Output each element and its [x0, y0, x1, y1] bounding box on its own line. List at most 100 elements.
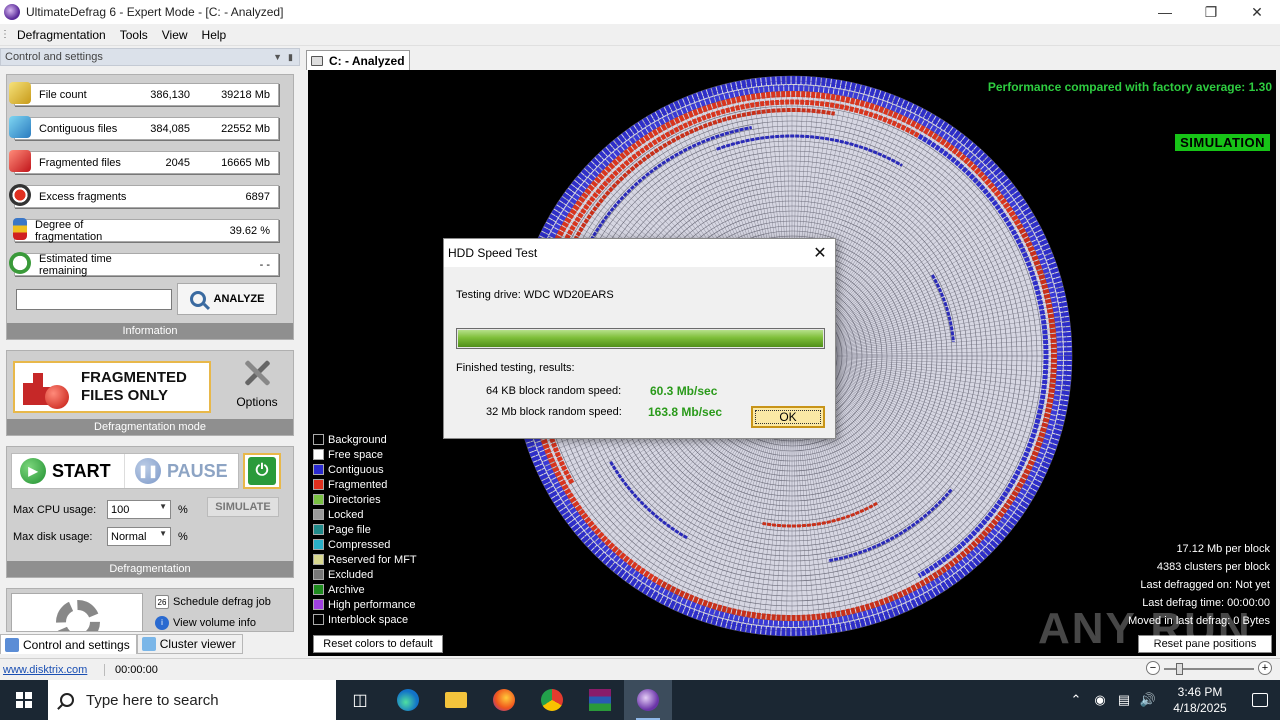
volume-icon[interactable]: 🔊 — [1136, 692, 1160, 708]
pin-icon[interactable]: ▮ — [288, 52, 293, 63]
panel-dropdown-icon[interactable]: ▼ — [273, 52, 282, 62]
stat-file-count: File count 386,130 39218 Mb — [9, 81, 279, 106]
chevron-up-icon[interactable]: ⌃ — [1064, 692, 1088, 708]
notification-icon — [1252, 693, 1268, 707]
stat-size: 39.62 % — [229, 224, 270, 237]
zoom-out-icon[interactable]: − — [1146, 661, 1160, 675]
firefox-app[interactable] — [480, 680, 528, 720]
maximize-button[interactable]: ❐ — [1188, 0, 1234, 24]
legend-label: Reserved for MFT — [328, 553, 417, 566]
result2-value: 163.8 Mb/sec — [648, 405, 723, 419]
legend-item[interactable]: Contiguous — [313, 462, 417, 477]
legend-item[interactable]: Excluded — [313, 567, 417, 582]
legend-item[interactable]: Free space — [313, 447, 417, 462]
mode-line2: FILES ONLY — [81, 387, 168, 404]
ultimatedefrag-app[interactable] — [624, 680, 672, 720]
legend-item[interactable]: Background — [313, 432, 417, 447]
legend-swatch[interactable] — [313, 479, 324, 490]
analyze-button[interactable]: ANALYZE — [177, 283, 277, 315]
ok-button[interactable]: OK — [751, 406, 825, 428]
menu-help[interactable]: Help — [195, 24, 234, 46]
minimize-button[interactable]: — — [1142, 0, 1188, 24]
legend-swatch[interactable] — [313, 524, 324, 535]
status-bar: www.disktrix.com 00:00:00 − + — [0, 658, 1280, 680]
start-button[interactable]: ▶ START — [12, 454, 124, 488]
legend-swatch[interactable] — [313, 509, 324, 520]
legend-item[interactable]: Page file — [313, 522, 417, 537]
simulation-badge: SIMULATION — [1175, 134, 1270, 151]
disk-usage-select[interactable]: Normal ▼ — [107, 527, 171, 546]
file-explorer-app[interactable] — [432, 680, 480, 720]
zoom-thumb[interactable] — [1176, 663, 1183, 675]
watermark: ANY RUN — [1038, 604, 1252, 653]
dialog-close-icon[interactable]: ✕ — [805, 243, 835, 263]
settings-button[interactable] — [11, 593, 143, 631]
options-button[interactable]: Options — [229, 357, 285, 409]
legend-swatch[interactable] — [313, 494, 324, 505]
files-icon — [9, 81, 31, 104]
security-icon[interactable]: ◉ — [1088, 692, 1112, 708]
start-menu-button[interactable] — [0, 680, 48, 720]
legend-swatch[interactable] — [313, 464, 324, 475]
search-icon — [60, 693, 74, 707]
disk-usage-value: Normal — [111, 530, 147, 543]
volume-info-link[interactable]: i View volume info — [155, 616, 256, 630]
window-title: UltimateDefrag 6 - Expert Mode - [C: - A… — [26, 5, 284, 19]
menu-tools[interactable]: Tools — [113, 24, 155, 46]
legend-label: Fragmented — [328, 478, 388, 491]
legend-item[interactable]: High performance — [313, 597, 417, 612]
simulate-button[interactable]: SIMULATE — [207, 497, 279, 517]
doc-tab-label: C: - Analyzed — [329, 53, 405, 68]
legend-swatch[interactable] — [313, 584, 324, 595]
winrar-app[interactable] — [576, 680, 624, 720]
network-icon[interactable]: ▤ — [1112, 692, 1136, 708]
zoom-in-icon[interactable]: + — [1258, 661, 1272, 675]
dropdown-arrow-icon: ▼ — [159, 502, 167, 511]
legend-item[interactable]: Locked — [313, 507, 417, 522]
legend-swatch[interactable] — [313, 449, 324, 460]
options-label: Options — [236, 395, 278, 409]
cpu-usage-select[interactable]: 100 ▼ — [107, 500, 171, 519]
zoom-slider[interactable]: − + — [1146, 661, 1272, 677]
website-link[interactable]: www.disktrix.com — [0, 664, 104, 676]
schedule-link[interactable]: 26 Schedule defrag job — [155, 595, 271, 609]
legend-item[interactable]: Compressed — [313, 537, 417, 552]
legend-item[interactable]: Archive — [313, 582, 417, 597]
close-button[interactable]: ✕ — [1234, 0, 1280, 24]
legend-swatch[interactable] — [313, 599, 324, 610]
mode-line1: FRAGMENTED — [81, 369, 187, 386]
legend-item[interactable]: Reserved for MFT — [313, 552, 417, 567]
menu-defragmentation[interactable]: Defragmentation — [10, 24, 113, 46]
chrome-app[interactable] — [528, 680, 576, 720]
legend-swatch[interactable] — [313, 614, 324, 625]
task-view-button[interactable]: ◫ — [336, 680, 384, 720]
tab-c-analyzed[interactable]: C: - Analyzed — [306, 50, 410, 70]
clock[interactable]: 3:46 PM 4/18/2025 — [1160, 684, 1240, 716]
power-button[interactable]: ⏻ — [243, 453, 281, 489]
reset-colors-button[interactable]: Reset colors to default — [313, 635, 443, 653]
taskbar-search[interactable]: Type here to search — [48, 680, 336, 720]
legend-item[interactable]: Directories — [313, 492, 417, 507]
result1-value: 60.3 Mb/sec — [650, 384, 718, 398]
stat-excess-fragments: Excess fragments 6897 — [9, 183, 279, 208]
finished-text: Finished testing, results: — [456, 362, 575, 374]
edge-app[interactable] — [384, 680, 432, 720]
mode-fragmented-files-only[interactable]: FRAGMENTED FILES ONLY — [13, 361, 211, 413]
info-icon: i — [155, 616, 169, 630]
drive-field[interactable] — [16, 289, 172, 310]
legend-label: Excluded — [328, 568, 374, 581]
menu-view[interactable]: View — [155, 24, 195, 46]
legend-swatch[interactable] — [313, 434, 324, 445]
notification-button[interactable] — [1240, 693, 1280, 707]
tab-cluster-viewer[interactable]: Cluster viewer — [136, 634, 243, 654]
legend-item[interactable]: Interblock space — [313, 612, 417, 627]
legend-swatch[interactable] — [313, 554, 324, 565]
pause-label: PAUSE — [167, 460, 228, 481]
legend-swatch[interactable] — [313, 569, 324, 580]
stat-label: Degree of fragmentation — [35, 218, 103, 243]
legend-item[interactable]: Fragmented — [313, 477, 417, 492]
tab-control-settings[interactable]: Control and settings — [0, 634, 137, 654]
pause-button[interactable]: ❚❚ PAUSE — [124, 454, 238, 488]
legend-swatch[interactable] — [313, 539, 324, 550]
result1-label: 64 KB block random speed: — [486, 385, 622, 397]
